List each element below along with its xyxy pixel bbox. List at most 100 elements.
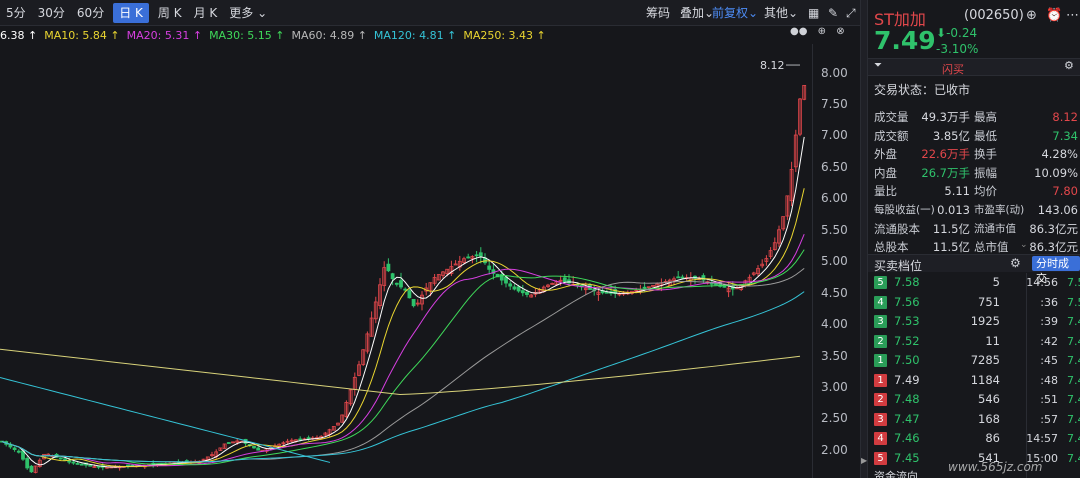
tick-price: 7.49 <box>1067 412 1080 426</box>
stat-label: 外盘 <box>874 147 897 162</box>
price-tick: 5.50 <box>821 222 848 237</box>
tab-daily[interactable]: 日 K <box>113 2 149 23</box>
tick-row: 14:57 7.49 <box>1026 429 1080 449</box>
ma60-value: MA60: 4.89 ↑ <box>291 28 367 42</box>
settings-icon[interactable]: ⚙ <box>1010 256 1021 270</box>
price-axis: 8.00 7.50 7.00 6.50 6.00 5.50 5.00 4.50 4.00 3.50… <box>812 44 860 478</box>
ask-row[interactable]: 4 7.56 751 <box>872 293 1022 313</box>
legend-controls: ●● ⊕ ⊗ <box>790 26 852 37</box>
tick-row: :48 7.49 <box>1027 371 1080 391</box>
adjust-button[interactable]: 前复权⌄ <box>712 0 758 26</box>
level-volume: 546 <box>978 392 1000 406</box>
capital-flow-label[interactable]: 资金流向 <box>874 468 918 478</box>
stock-code: (002650) <box>964 8 1024 23</box>
tick-price: 7.49 <box>1067 354 1080 367</box>
stat-value: 11.5亿 <box>932 221 970 236</box>
tick-row: :39 7.49 <box>1027 312 1080 332</box>
tick-time: 14:57 <box>1026 432 1058 445</box>
tab-more-label: 更多 <box>229 5 254 20</box>
period-toolbar: 5分 30分 60分 日 K 周 K 月 K 更多 ⌄ 筹码 叠加⌄ 前复权⌄ … <box>0 0 860 26</box>
close-icon[interactable]: ⊗ <box>836 26 844 37</box>
grid-icon[interactable]: ▦ <box>808 0 819 26</box>
candle-body <box>386 263 391 272</box>
tick-price: 7.50 <box>1067 295 1080 309</box>
candle-body <box>58 457 63 460</box>
other-label: 其他 <box>764 6 789 20</box>
candle-body <box>512 286 517 290</box>
price-tick: 3.50 <box>821 348 848 363</box>
time-sales-list: 14:567.50:367.50:397.49:427.49:457.49:48… <box>1026 273 1080 478</box>
tab-5min[interactable]: 5分 <box>0 3 32 23</box>
candle-body <box>29 465 34 473</box>
chips-button[interactable]: 筹码 <box>646 0 670 26</box>
add-icon[interactable]: ⊕ <box>818 26 826 37</box>
candle-body <box>466 256 471 259</box>
price-tick: 4.00 <box>821 317 848 332</box>
alert-icon[interactable]: ⏰ <box>1046 8 1062 23</box>
level-badge: 4 <box>874 432 887 445</box>
stat-value: 49.3万手 <box>921 110 970 124</box>
ask-row[interactable]: 1 7.50 7285 <box>872 351 1022 371</box>
stat-label: 最高 <box>974 110 997 124</box>
ask-row[interactable]: 5 7.58 5 <box>872 273 1022 293</box>
tick-time: :39 <box>1040 315 1058 328</box>
watermark-text: www.565jz.com <box>948 460 1043 474</box>
level-volume: 168 <box>978 411 1000 426</box>
candle-body <box>394 282 399 285</box>
level-badge: 3 <box>874 412 887 426</box>
tick-row: :57 7.49 <box>1027 410 1080 430</box>
level-price: 7.53 <box>894 314 920 328</box>
settings-icon[interactable]: ⚙ <box>1064 59 1074 72</box>
candle-body <box>399 280 403 288</box>
add-watch-icon[interactable]: ⊕ <box>1026 8 1037 23</box>
tick-time: :57 <box>1040 412 1058 426</box>
chevron-down-icon: ⌄ <box>257 5 268 20</box>
level-badge: 3 <box>874 315 887 328</box>
flash-buy-button[interactable]: 闪买 <box>942 61 964 77</box>
bid-row[interactable]: 3 7.47 168 <box>872 410 1022 430</box>
ask-row[interactable]: 3 7.53 1925 <box>872 312 1022 332</box>
price-tick: 7.50 <box>821 97 848 111</box>
bid-row[interactable]: 4 7.46 86 <box>872 429 1022 449</box>
bid-row[interactable]: 1 7.49 1184 <box>872 371 1022 391</box>
panel-divider[interactable]: ▶ <box>860 0 868 478</box>
kline-chart[interactable]: 8.121.58 <box>0 44 860 478</box>
candle-body <box>306 437 311 440</box>
tick-row: :42 7.49 <box>1027 332 1080 352</box>
time-sales-button[interactable]: 分时成交 <box>1032 256 1080 285</box>
level-volume: 1184 <box>970 372 1000 387</box>
stock-change-value: -0.24 <box>946 26 978 40</box>
ma30-value: MA30: 5.15 ↑ <box>209 28 285 42</box>
stat-row: 成交量 49.3万手 最高 8.12 <box>874 108 1078 127</box>
tab-monthly[interactable]: 月 K <box>188 3 224 23</box>
candle-body <box>403 288 408 291</box>
stat-value: 22.6万手 <box>921 147 970 162</box>
candle-body <box>390 273 395 280</box>
candle-body <box>709 282 714 285</box>
stat-label: 流通市值 <box>974 222 1016 235</box>
stat-value: 7.80 <box>1052 184 1078 199</box>
orderbook-title: 买卖档位 <box>874 259 923 273</box>
orderbook: 5 7.58 5 4 7.56 751 3 7.53 1925 2 7.52 11 1 7.50 7285 1… <box>872 273 1022 468</box>
tab-60min[interactable]: 60分 <box>71 3 110 23</box>
stat-label: 振幅 <box>974 165 997 180</box>
overlay-button[interactable]: 叠加⌄ <box>680 0 714 26</box>
more-icon[interactable]: ⋯ <box>1066 8 1079 23</box>
bid-row[interactable]: 2 7.48 546 <box>872 390 1022 410</box>
tab-more[interactable]: 更多 ⌄ <box>223 3 273 23</box>
collapse-icon[interactable]: ⏷ <box>874 60 882 71</box>
tick-time: :45 <box>1040 354 1058 367</box>
ask-row[interactable]: 2 7.52 11 <box>872 332 1022 352</box>
level-price: 7.47 <box>894 411 920 426</box>
more-icon[interactable]: ●● <box>790 26 807 37</box>
tab-30min[interactable]: 30分 <box>32 3 71 23</box>
candle-body <box>79 463 84 466</box>
candle-body <box>516 286 521 292</box>
stat-value: 8.12 <box>1052 110 1078 124</box>
level-price: 7.49 <box>894 372 920 387</box>
expand-icon[interactable]: ⤢ <box>846 0 856 26</box>
chevron-down-icon[interactable]: ⌄ <box>1020 240 1028 250</box>
draw-icon[interactable]: ✎ <box>828 0 838 26</box>
tab-weekly[interactable]: 周 K <box>152 3 188 23</box>
other-button[interactable]: 其他⌄ <box>764 0 798 26</box>
